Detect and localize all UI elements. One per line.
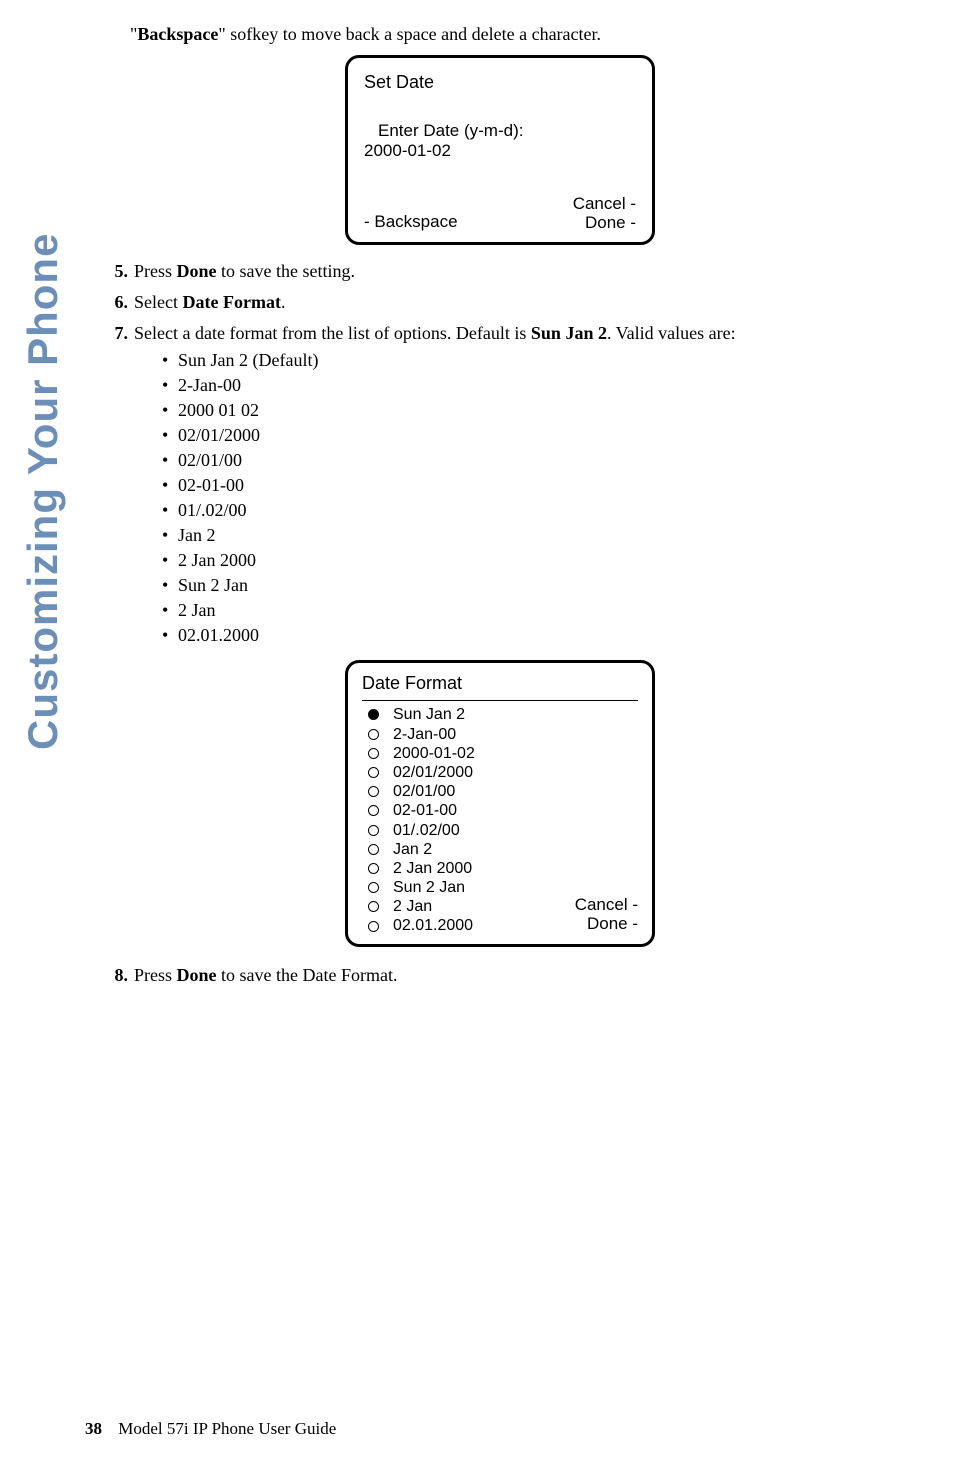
- option-label: 02.01.2000: [393, 916, 473, 935]
- option-label: 2000-01-02: [393, 744, 475, 763]
- date-format-bullet: 02-01-00: [162, 475, 900, 496]
- date-format-screen: Date Format Sun Jan 22-Jan-002000-01-020…: [345, 660, 655, 946]
- option-label: Sun Jan 2: [393, 705, 465, 724]
- set-date-softkeys: - Backspace Cancel - Done -: [364, 195, 636, 232]
- intro-suffix: " sofkey to move back a space and delete…: [218, 24, 601, 44]
- radio-icon: [368, 786, 379, 797]
- step-text: Press Done to save the Date Format.: [134, 965, 900, 986]
- step7-post: . Valid values are:: [607, 323, 736, 343]
- date-format-right-softkeys: Cancel - Done -: [575, 896, 638, 935]
- date-format-bullet: Sun 2 Jan: [162, 575, 900, 596]
- backspace-softkey[interactable]: - Backspace: [364, 212, 458, 232]
- cancel-softkey[interactable]: Cancel -: [575, 896, 638, 915]
- radio-icon: [368, 729, 379, 740]
- step-number: 5.: [100, 261, 128, 282]
- done-softkey[interactable]: Done -: [575, 915, 638, 934]
- radio-icon: [368, 882, 379, 893]
- set-date-title: Set Date: [364, 72, 636, 93]
- step-5: 5. Press Done to save the setting.: [100, 261, 900, 282]
- step7-bold: Sun Jan 2: [531, 323, 607, 343]
- side-tab-label: Customizing Your Phone: [15, 30, 71, 750]
- step5-bold: Done: [177, 261, 217, 281]
- step-text: Select a date format from the list of op…: [134, 323, 900, 650]
- step-7: 7. Select a date format from the list of…: [100, 323, 900, 650]
- step-8: 8. Press Done to save the Date Format.: [100, 965, 900, 986]
- option-label: Sun 2 Jan: [393, 878, 465, 897]
- radio-icon: [368, 844, 379, 855]
- step6-bold: Date Format: [182, 292, 280, 312]
- step8-bold: Done: [177, 965, 217, 985]
- option-label: 01/.02/00: [393, 821, 460, 840]
- done-softkey[interactable]: Done -: [573, 214, 636, 233]
- intro-text: "Backspace" sofkey to move back a space …: [130, 24, 900, 45]
- radio-icon: [368, 748, 379, 759]
- date-format-option[interactable]: 2-Jan-00: [362, 725, 575, 744]
- date-format-bullet: 02/01/2000: [162, 425, 900, 446]
- date-format-bullet: 2000 01 02: [162, 400, 900, 421]
- date-format-option[interactable]: 02/01/2000: [362, 763, 575, 782]
- right-softkeys: Cancel - Done -: [573, 195, 636, 232]
- date-format-bullet: 01/.02/00: [162, 500, 900, 521]
- date-format-option[interactable]: 2 Jan: [362, 897, 575, 916]
- step8-pre: Press: [134, 965, 177, 985]
- set-date-screen: Set Date Enter Date (y-m-d): 2000-01-02 …: [345, 55, 655, 245]
- set-date-value: 2000-01-02: [364, 141, 636, 161]
- date-format-option[interactable]: Jan 2: [362, 840, 575, 859]
- date-format-option[interactable]: Sun Jan 2: [362, 705, 575, 724]
- intro-bold: Backspace: [137, 24, 218, 44]
- step6-post: .: [281, 292, 286, 312]
- step-6: 6. Select Date Format.: [100, 292, 900, 313]
- radio-icon: [368, 921, 379, 932]
- step5-post: to save the setting.: [217, 261, 355, 281]
- date-format-bullet: Sun Jan 2 (Default): [162, 350, 900, 371]
- date-format-options: Sun Jan 22-Jan-002000-01-0202/01/200002/…: [362, 705, 575, 935]
- set-date-prompt: Enter Date (y-m-d):: [378, 121, 636, 141]
- step-number: 7.: [100, 323, 128, 650]
- radio-icon: [368, 825, 379, 836]
- step-text: Select Date Format.: [134, 292, 900, 313]
- option-label: 02/01/00: [393, 782, 455, 801]
- steps-list: 5. Press Done to save the setting. 6. Se…: [100, 261, 900, 650]
- step-text: Press Done to save the setting.: [134, 261, 900, 282]
- date-format-option[interactable]: 02-01-00: [362, 801, 575, 820]
- date-format-bullet: 2 Jan: [162, 600, 900, 621]
- page-content: "Backspace" sofkey to move back a space …: [100, 24, 900, 996]
- page-number: 38: [85, 1419, 102, 1438]
- date-format-bullet: 2 Jan 2000: [162, 550, 900, 571]
- steps-list-2: 8. Press Done to save the Date Format.: [100, 965, 900, 986]
- date-format-bullet: 2-Jan-00: [162, 375, 900, 396]
- date-format-body: Sun Jan 22-Jan-002000-01-0202/01/200002/…: [362, 705, 638, 935]
- option-label: 2-Jan-00: [393, 725, 456, 744]
- date-format-option[interactable]: Sun 2 Jan: [362, 878, 575, 897]
- date-format-bullet: 02/01/00: [162, 450, 900, 471]
- option-label: 02-01-00: [393, 801, 457, 820]
- step-number: 6.: [100, 292, 128, 313]
- step7-pre: Select a date format from the list of op…: [134, 323, 531, 343]
- step5-pre: Press: [134, 261, 177, 281]
- step8-post: to save the Date Format.: [217, 965, 398, 985]
- option-label: 2 Jan: [393, 897, 432, 916]
- date-format-option[interactable]: 02/01/00: [362, 782, 575, 801]
- radio-icon: [368, 709, 379, 720]
- radio-icon: [368, 863, 379, 874]
- cancel-softkey[interactable]: Cancel -: [573, 195, 636, 214]
- date-format-option[interactable]: 01/.02/00: [362, 821, 575, 840]
- option-label: Jan 2: [393, 840, 432, 859]
- radio-icon: [368, 767, 379, 778]
- date-format-title: Date Format: [362, 673, 638, 701]
- step-number: 8.: [100, 965, 128, 986]
- date-format-option[interactable]: 02.01.2000: [362, 916, 575, 935]
- date-format-bullet: Jan 2: [162, 525, 900, 546]
- date-format-option[interactable]: 2000-01-02: [362, 744, 575, 763]
- page-footer: 38 Model 57i IP Phone User Guide: [85, 1419, 336, 1439]
- radio-icon: [368, 805, 379, 816]
- footer-text: Model 57i IP Phone User Guide: [118, 1419, 336, 1438]
- date-format-option[interactable]: 2 Jan 2000: [362, 859, 575, 878]
- option-label: 2 Jan 2000: [393, 859, 472, 878]
- date-format-bullet: 02.01.2000: [162, 625, 900, 646]
- radio-icon: [368, 901, 379, 912]
- step6-pre: Select: [134, 292, 182, 312]
- date-format-bullet-list: Sun Jan 2 (Default) 2-Jan-00 2000 01 02 02/…: [162, 350, 900, 646]
- option-label: 02/01/2000: [393, 763, 473, 782]
